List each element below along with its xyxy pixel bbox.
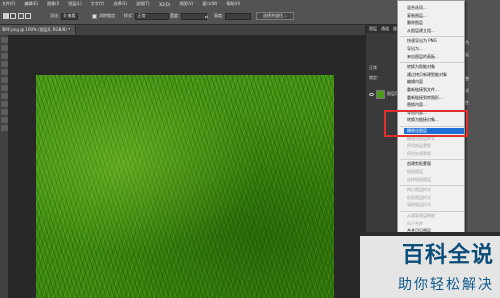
context-menu-item: 停用图层蒙版 [407, 143, 431, 149]
menu-item[interactable]: 图像(I) [47, 1, 59, 7]
context-menu-item[interactable]: 通过拷贝新建智能对象 [407, 72, 447, 78]
menu-item[interactable]: 文件(F) [2, 1, 15, 7]
watermark-subtitle: 助你轻松解决 [398, 276, 494, 293]
context-menu-item[interactable]: 删除图层 [407, 20, 423, 26]
menu-item[interactable]: 编辑(E) [24, 1, 38, 7]
document-tab[interactable]: 草坪.png @ 100% (图层0, RGB/8) * [0, 25, 76, 35]
document-tab-label: 草坪.png @ 100% (图层0, RGB/8) * [2, 27, 71, 32]
watermark-title: 百科全说 [401, 242, 494, 268]
height-input[interactable] [224, 12, 251, 20]
move-tool-icon[interactable] [1, 37, 8, 43]
add-selection-icon[interactable] [10, 13, 17, 19]
pen-tool-icon[interactable] [1, 125, 8, 131]
lock-label: 锁定: [369, 75, 379, 80]
width-input[interactable] [180, 12, 207, 20]
tools-panel [0, 35, 9, 298]
menu-item[interactable]: 帮助(H) [226, 1, 240, 7]
brush-tool-icon[interactable] [1, 85, 8, 91]
marquee-tool-icon[interactable] [1, 45, 8, 51]
height-label: 高度: [214, 13, 224, 18]
context-menu-item[interactable]: 快速导出为 PNG [407, 38, 437, 44]
context-menu-item[interactable]: 替换内容... [407, 102, 427, 108]
context-menu-item: 从隔离图层释放 [407, 213, 435, 218]
intersect-selection-icon[interactable] [24, 13, 31, 19]
context-menu-item: 选择链接图层 [407, 176, 431, 182]
feather-input[interactable]: 0 像素 [60, 12, 79, 20]
watermark-top-bar [360, 232, 500, 236]
swap-icon[interactable]: ⇄ [205, 14, 208, 19]
width-label: 宽度: [170, 13, 180, 18]
context-menu-item: 粘贴图层样式 [407, 194, 431, 200]
context-menu-item[interactable]: 从图层建立组... [407, 28, 435, 34]
watermark: 百科全说 助你轻松解决 [360, 232, 500, 298]
grass-image[interactable] [36, 75, 334, 298]
context-menu-item[interactable]: 混合选项... [407, 5, 427, 11]
context-menu-item[interactable]: 导出为... [407, 46, 423, 52]
layer-thumbnail [376, 89, 385, 99]
context-menu-item: 清除图层样式 [407, 202, 431, 208]
select-and-mask-button[interactable]: 选择并遮住... [256, 12, 294, 20]
canvas-workspace[interactable] [9, 35, 365, 298]
context-menu-item: 拷贝图层样式 [407, 187, 431, 193]
context-menu-item[interactable]: 编辑内容 [407, 79, 423, 85]
stamp-tool-icon[interactable] [1, 93, 8, 99]
eyedropper-tool-icon[interactable] [1, 77, 8, 83]
new-selection-icon[interactable] [3, 13, 9, 19]
context-menu-item[interactable]: 来自图层的画板... [407, 54, 439, 60]
document-tab-bar: 草坪.png @ 100% (图层0, RGB/8) * [0, 25, 365, 35]
menu-item[interactable]: 选择(S) [113, 1, 127, 7]
menu-item[interactable]: 滤镜(T) [136, 1, 150, 7]
menu-item[interactable]: 文字(Y) [91, 1, 105, 7]
visibility-eye-icon[interactable] [369, 92, 374, 96]
panel-tab[interactable]: 通道 [381, 26, 389, 32]
context-menu-item[interactable]: 创建剪贴蒙版 [407, 161, 431, 167]
panel-tab[interactable]: 图层 [369, 26, 377, 32]
context-menu-item[interactable]: 复制图层... [407, 13, 427, 19]
context-menu-item[interactable]: 转换为智能对象 [407, 64, 435, 70]
eraser-tool-icon[interactable] [1, 101, 8, 107]
magic-wand-tool-icon[interactable] [1, 61, 8, 67]
feather-label: 羽化: [50, 13, 60, 18]
antialias-checkbox[interactable] [92, 13, 97, 19]
gradient-tool-icon[interactable] [1, 109, 8, 115]
highlight-annotation-box [384, 110, 468, 137]
antialias-label: 消除锯齿 [99, 13, 115, 18]
menu-item[interactable]: 3D(D) [159, 2, 171, 7]
context-menu-item[interactable]: 重新链接到文件... [407, 87, 439, 93]
lasso-tool-icon[interactable] [1, 53, 8, 59]
menu-item[interactable]: 图层(L) [68, 1, 81, 7]
selection-mode-icons[interactable] [3, 12, 31, 20]
context-menu-item: 向下合并 [407, 220, 423, 226]
context-menu-item[interactable]: 重新链接到库图形... [407, 95, 443, 101]
menu-separator [400, 211, 464, 212]
context-menu-item: 链接图层 [407, 169, 423, 174]
menu-item[interactable]: 窗口(W) [202, 1, 217, 7]
crop-tool-icon[interactable] [1, 69, 8, 75]
text-tool-icon[interactable] [1, 117, 8, 123]
style-label: 样式: [124, 13, 134, 18]
style-select[interactable]: 正常 [134, 12, 169, 20]
menu-item[interactable]: 视图(V) [179, 1, 193, 7]
subtract-selection-icon[interactable] [17, 13, 24, 19]
layer-name: 图层0 [387, 91, 398, 96]
context-menu-item: 停用矢量蒙版 [407, 150, 431, 156]
